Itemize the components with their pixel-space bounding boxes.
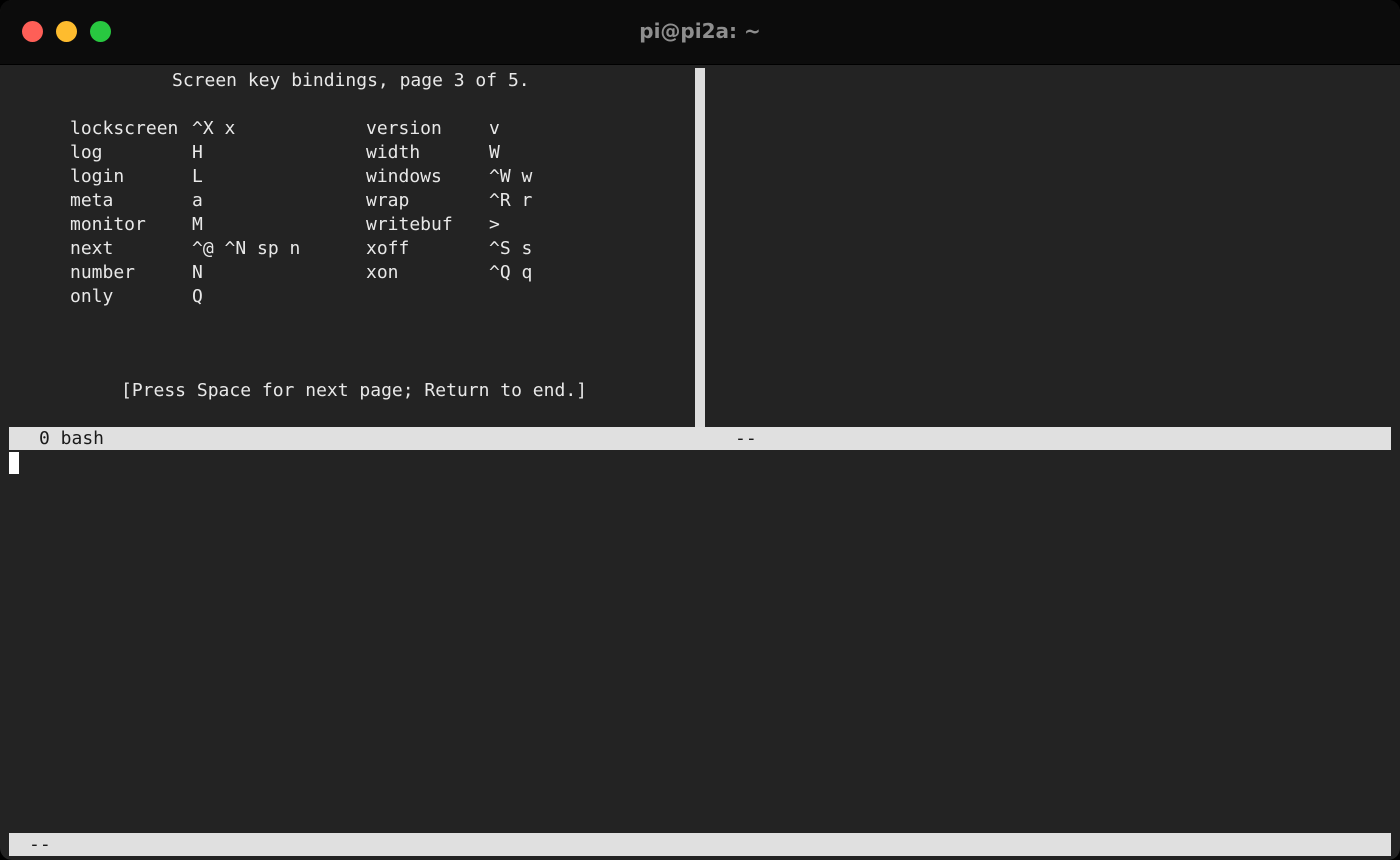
help-keys: ^Q q — [489, 262, 533, 283]
help-keys: > — [489, 214, 500, 235]
help-command: windows — [366, 166, 442, 187]
window-status-bar-bottom[interactable]: -- — [9, 833, 1391, 856]
vertical-split-divider[interactable] — [695, 68, 705, 427]
window-title: pi@pi2a: ~ — [639, 19, 761, 43]
text-cursor — [9, 452, 19, 474]
help-command: wrap — [366, 190, 410, 211]
window-label-bottom: -- — [29, 834, 51, 855]
help-footer-prompt: [Press Space for next page; Return to en… — [121, 380, 587, 401]
help-keys: ^@ ^N sp n — [192, 238, 301, 259]
help-command: only — [70, 286, 114, 307]
help-command: xon — [366, 262, 399, 283]
window-status-bar-top[interactable]: 0 bash -- — [9, 427, 1391, 450]
help-keys: M — [192, 214, 203, 235]
terminal-window: pi@pi2a: ~ Screen key bindings, page 3 o… — [0, 0, 1400, 860]
window-label: 0 bash — [39, 428, 105, 449]
help-command: version — [366, 118, 442, 139]
help-keys: ^X x — [192, 118, 236, 139]
help-keys: ^R r — [489, 190, 533, 211]
help-heading: Screen key bindings, page 3 of 5. — [172, 70, 530, 91]
help-keys: a — [192, 190, 203, 211]
help-keys: v — [489, 118, 500, 139]
help-command: writebuf — [366, 214, 453, 235]
window-label-right: -- — [735, 428, 757, 449]
help-command: login — [70, 166, 125, 187]
help-command: meta — [70, 190, 114, 211]
help-keys: Q — [192, 286, 203, 307]
help-keys: ^W w — [489, 166, 533, 187]
help-command: lockscreen — [70, 118, 179, 139]
help-command: width — [366, 142, 421, 163]
help-command: number — [70, 262, 136, 283]
help-keys: W — [489, 142, 500, 163]
help-command: next — [70, 238, 114, 259]
title-bar[interactable]: pi@pi2a: ~ — [0, 0, 1400, 65]
help-keys: N — [192, 262, 203, 283]
help-keys: L — [192, 166, 203, 187]
help-keys: ^S s — [489, 238, 533, 259]
help-command: monitor — [70, 214, 146, 235]
help-command: log — [70, 142, 103, 163]
help-keys: H — [192, 142, 203, 163]
help-command: xoff — [366, 238, 410, 259]
